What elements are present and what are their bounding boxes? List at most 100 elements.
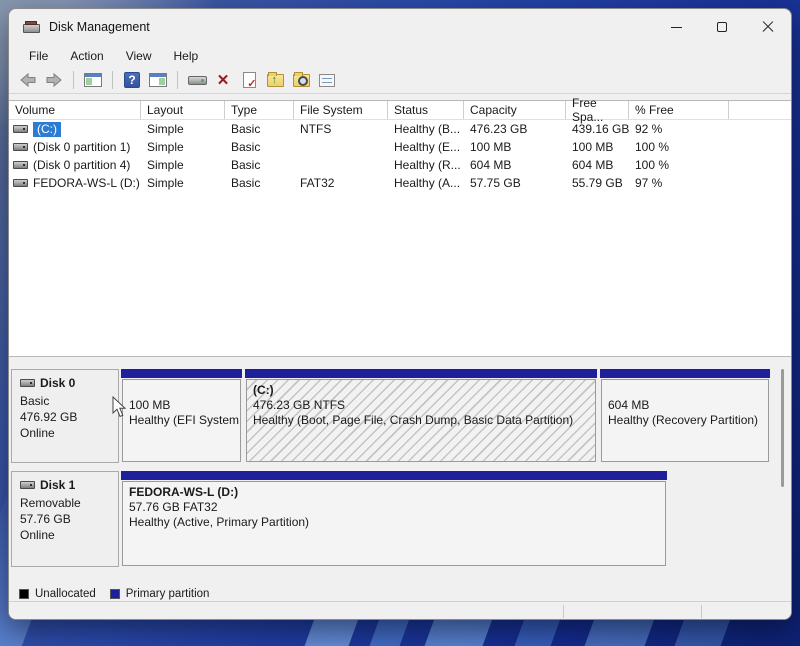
forward-arrow-icon [45,72,63,88]
primary-partition-swatch [110,589,120,599]
status-divider [701,605,702,618]
disk-0-strip: 100 MB Healthy (EFI System (C:) 476.23 G… [121,369,770,463]
folder-open-icon [267,74,284,87]
menu-view[interactable]: View [116,47,162,65]
table-row[interactable]: FEDORA-WS-L (D:) Simple Basic FAT32 Heal… [9,174,792,192]
minimize-icon [671,27,682,28]
status-divider [563,605,564,618]
help-button[interactable]: ? [121,69,143,91]
volume-table-header: Volume Layout Type File System Status Ca… [9,101,792,120]
menu-help[interactable]: Help [164,47,209,65]
toolbar-separator [177,71,178,89]
disk-1-row: Disk 1 Removable 57.76 GB Online FEDORA-… [11,471,667,567]
unallocated-label: Unallocated [35,588,96,600]
menu-bar: File Action View Help [9,45,791,67]
properties-button[interactable] [316,69,338,91]
back-button[interactable] [17,69,39,91]
partition-efi[interactable]: 100 MB Healthy (EFI System [121,369,242,463]
check-document-icon [243,72,256,88]
disk-size: 57.76 GB [20,511,118,527]
toolbar-separator [73,71,74,89]
partition-color-band [121,369,242,378]
rescan-disks-button[interactable] [186,69,208,91]
volume-name-selected: (C:) [33,122,61,137]
partition-health: Healthy (Boot, Page File, Crash Dump, Ba… [253,413,595,428]
disk-label: Disk 1 [40,477,75,493]
delete-volume-button[interactable]: ✕ [212,69,234,91]
forward-button[interactable] [43,69,65,91]
show-action-pane-button[interactable] [147,69,169,91]
help-icon: ? [124,72,140,88]
vertical-scrollbar[interactable] [781,369,784,487]
partition-c[interactable]: (C:) 476.23 GB NTFS Healthy (Boot, Page … [245,369,597,463]
maximize-button[interactable] [699,9,745,45]
console-tree-icon [84,73,102,87]
disk-1-info-panel[interactable]: Disk 1 Removable 57.76 GB Online [11,471,119,567]
disk-status: Online [20,425,118,441]
maximize-icon [717,22,727,32]
menu-file[interactable]: File [19,47,58,65]
drive-icon [13,143,28,151]
partition-size: 604 MB [608,398,768,413]
column-header-file-system[interactable]: File System [294,101,388,119]
table-row[interactable]: (Disk 0 partition 4) Simple Basic Health… [9,156,792,174]
drive-icon [13,161,28,169]
volume-list-pane: Volume Layout Type File System Status Ca… [9,100,792,357]
disk-kind: Basic [20,393,118,409]
folder-explore-icon [293,74,310,87]
back-arrow-icon [19,72,37,88]
mouse-cursor [112,396,128,418]
disk-management-window: Disk Management File Action View Help [8,8,792,620]
volume-name: (Disk 0 partition 1) [33,140,130,154]
menu-action[interactable]: Action [60,47,113,65]
open-button[interactable] [264,69,286,91]
column-header-status[interactable]: Status [388,101,464,119]
column-header-free-space[interactable]: Free Spa... [566,101,629,119]
mark-partition-active-button[interactable] [238,69,260,91]
partition-health: Healthy (Recovery Partition) [608,413,768,428]
partition-size: 476.23 GB NTFS [253,398,595,413]
disk-graphical-pane: Disk 0 Basic 476.92 GB Online 100 MB Hea… [9,357,792,586]
disk-icon [20,379,35,387]
disk-icon [20,481,35,489]
partition-recovery[interactable]: 604 MB Healthy (Recovery Partition) [600,369,770,463]
title-bar[interactable]: Disk Management [9,9,791,45]
primary-partition-label: Primary partition [126,588,210,600]
partition-color-band [121,471,667,480]
properties-icon [319,74,335,87]
desktop-wallpaper: Disk Management File Action View Help [0,0,800,646]
drive-icon [13,125,28,133]
action-pane-icon [149,73,167,87]
partition-health: Healthy (Active, Primary Partition) [129,515,665,530]
disk-0-info-panel[interactable]: Disk 0 Basic 476.92 GB Online [11,369,119,463]
column-header-volume[interactable]: Volume [9,101,141,119]
legend-bar: Unallocated Primary partition [9,586,792,601]
disk-1-strip: FEDORA-WS-L (D:) 57.76 GB FAT32 Healthy … [121,471,667,567]
column-header-pct-free[interactable]: % Free [629,101,729,119]
table-row[interactable]: (C:) Simple Basic NTFS Healthy (B... 476… [9,120,792,138]
column-header-capacity[interactable]: Capacity [464,101,566,119]
partition-health: Healthy (EFI System [129,413,240,428]
partition-color-band [245,369,597,378]
disk-kind: Removable [20,495,118,511]
partition-size: 57.76 GB FAT32 [129,500,665,515]
app-icon [23,21,40,34]
table-row[interactable]: (Disk 0 partition 1) Simple Basic Health… [9,138,792,156]
partition-d[interactable]: FEDORA-WS-L (D:) 57.76 GB FAT32 Healthy … [121,471,667,567]
partition-size: 100 MB [129,398,240,413]
column-header-layout[interactable]: Layout [141,101,225,119]
drive-icon [13,179,28,187]
disk-status: Online [20,527,118,543]
close-icon [762,21,774,33]
disk-label: Disk 0 [40,375,75,391]
column-header-type[interactable]: Type [225,101,294,119]
disk-device-icon [188,76,207,85]
minimize-button[interactable] [653,9,699,45]
show-console-tree-button[interactable] [82,69,104,91]
close-button[interactable] [745,9,791,45]
partition-color-band [600,369,770,378]
status-bar [9,601,792,620]
volume-name: FEDORA-WS-L (D:) [33,176,140,190]
explore-button[interactable] [290,69,312,91]
volume-name: (Disk 0 partition 4) [33,158,130,172]
